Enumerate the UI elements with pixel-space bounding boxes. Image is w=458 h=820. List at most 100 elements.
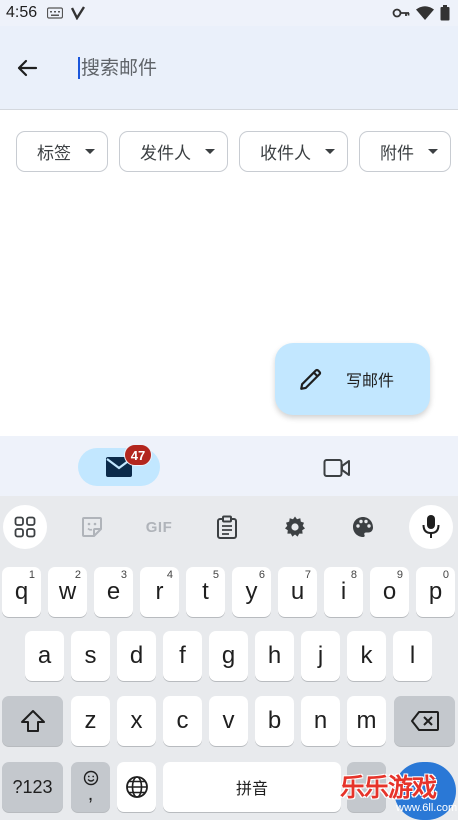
chip-labels[interactable]: 标签 [16, 131, 108, 172]
chip-label: 收件人 [260, 144, 311, 164]
arrow-left-icon [17, 59, 38, 76]
search-field[interactable] [78, 48, 381, 88]
filter-chips: 标签 发件人 收件人 附件 [16, 131, 451, 172]
language-key[interactable] [117, 762, 156, 812]
key-char: v [222, 707, 235, 734]
key-char: o [382, 578, 397, 605]
key-hint: 3 [120, 569, 127, 581]
key-char: m [356, 707, 377, 734]
video-icon [323, 459, 350, 477]
key-hint: 8 [350, 569, 357, 581]
key-x[interactable]: x [117, 696, 156, 746]
v-app-icon [71, 6, 86, 20]
key-y[interactable]: y6 [232, 567, 271, 617]
key-i[interactable]: i8 [324, 567, 363, 617]
key-a[interactable]: a [25, 631, 64, 681]
search-input[interactable] [81, 56, 381, 79]
key-hint: 0 [442, 569, 449, 581]
key-g[interactable]: g [209, 631, 248, 681]
key-char: l [409, 642, 416, 669]
voice-input-button[interactable] [409, 505, 453, 549]
key-h[interactable]: h [255, 631, 294, 681]
key-k[interactable]: k [347, 631, 386, 681]
key-hint: 7 [304, 569, 311, 581]
apps-grid-button[interactable] [3, 505, 47, 549]
shift-icon [20, 710, 45, 732]
wifi-icon [416, 6, 434, 20]
status-bar: 4:56 [0, 0, 458, 26]
key-r[interactable]: r4 [140, 567, 179, 617]
key-hint: 2 [74, 569, 81, 581]
key-hint: 6 [258, 569, 265, 581]
key-char: a [37, 642, 52, 669]
key-char: d [129, 642, 144, 669]
globe-icon [125, 776, 148, 798]
search-header [0, 26, 458, 110]
key-w[interactable]: w2 [48, 567, 87, 617]
key-char: b [267, 707, 282, 734]
key-v[interactable]: v [209, 696, 248, 746]
nav-meet-tab[interactable] [320, 454, 354, 482]
unread-count-badge: 47 [124, 444, 152, 466]
chip-to[interactable]: 收件人 [239, 131, 348, 172]
key-m[interactable]: m [347, 696, 386, 746]
key-j[interactable]: j [301, 631, 340, 681]
key-q[interactable]: q1 [2, 567, 41, 617]
key-char: p [428, 578, 443, 605]
dropdown-arrow-icon [428, 149, 438, 154]
key-p[interactable]: p0 [416, 567, 455, 617]
sticker-button[interactable] [70, 505, 114, 549]
key-s[interactable]: s [71, 631, 110, 681]
clipboard-icon [217, 515, 237, 539]
status-time: 4:56 [6, 4, 38, 21]
key-n[interactable]: n [301, 696, 340, 746]
key-e[interactable]: e3 [94, 567, 133, 617]
settings-button[interactable] [273, 505, 317, 549]
key-o[interactable]: o9 [370, 567, 409, 617]
key-char: z [84, 707, 97, 734]
chip-attachment[interactable]: 附件 [359, 131, 451, 172]
key-char: t [202, 578, 209, 605]
settings-icon [285, 516, 305, 537]
sticker-icon [82, 517, 102, 537]
key-hint: 1 [28, 569, 35, 581]
backspace-icon [410, 711, 439, 731]
space-key[interactable]: 拼音 [163, 762, 341, 812]
gif-label: GIF [145, 518, 173, 536]
shift-key[interactable] [2, 696, 63, 746]
theme-button[interactable] [341, 505, 385, 549]
key-char: w [58, 578, 77, 605]
back-button[interactable] [2, 43, 52, 93]
key-d[interactable]: d [117, 631, 156, 681]
gif-button[interactable]: GIF [137, 505, 181, 549]
key-char: u [290, 578, 305, 605]
key-l[interactable]: l [393, 631, 432, 681]
key-t[interactable]: t5 [186, 567, 225, 617]
key-f[interactable]: f [163, 631, 202, 681]
key-char: x [130, 707, 143, 734]
backspace-key[interactable] [394, 696, 455, 746]
key-u[interactable]: u7 [278, 567, 317, 617]
chip-from[interactable]: 发件人 [119, 131, 228, 172]
key-char: j [317, 642, 324, 669]
chip-label: 附件 [380, 144, 414, 164]
emoji-comma-key[interactable]: , [71, 762, 110, 812]
apps-grid-icon [14, 516, 36, 538]
key-z[interactable]: z [71, 696, 110, 746]
watermark-url: www.6ll.com [396, 802, 458, 814]
key-icon [392, 8, 410, 18]
compose-label: 写邮件 [346, 371, 395, 390]
bottom-nav: 47 [0, 436, 458, 496]
watermark: 乐乐游戏 www.6ll.com [336, 762, 458, 820]
compose-button[interactable]: 写邮件 [275, 343, 430, 415]
battery-icon [440, 5, 450, 21]
key-hint: 5 [212, 569, 219, 581]
clipboard-button[interactable] [205, 505, 249, 549]
status-right-icons [392, 5, 450, 21]
key-char: c [176, 707, 189, 734]
symbols-key[interactable]: ?123 [2, 762, 63, 812]
key-c[interactable]: c [163, 696, 202, 746]
key-char: i [340, 578, 347, 605]
key-char: f [179, 642, 186, 669]
key-b[interactable]: b [255, 696, 294, 746]
